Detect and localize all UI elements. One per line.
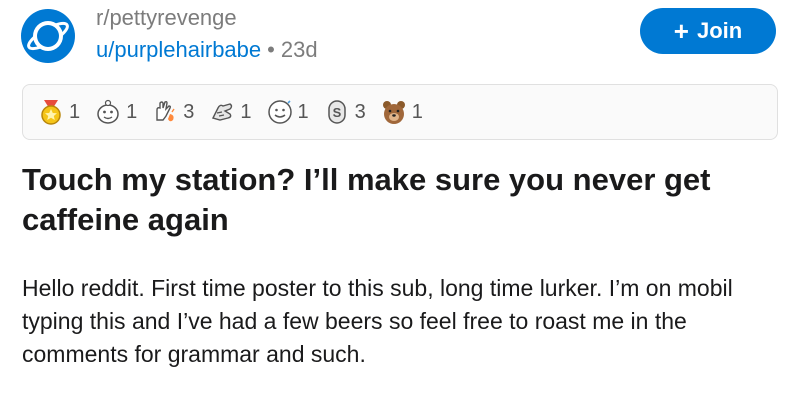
author-line: u/purplehairbabe • 23d [96, 36, 318, 64]
award-count: 1 [126, 100, 138, 123]
post-body: Hello reddit. First time poster to this … [22, 275, 733, 367]
award-helpful[interactable]: 3 [151, 98, 194, 126]
award-gold[interactable]: 1 [37, 98, 80, 126]
meta-separator: • [267, 37, 275, 62]
awards-bar[interactable]: 1 1 3 1 1 S 3 1 [22, 84, 778, 140]
award-wholesome[interactable]: 1 [94, 98, 137, 126]
award-bear[interactable]: 1 [380, 98, 423, 126]
post-title[interactable]: Touch my station? I’ll make sure you nev… [22, 160, 782, 240]
award-count: 1 [297, 100, 309, 123]
gold-medal-award-icon [41, 100, 61, 125]
subreddit-avatar-icon[interactable] [20, 8, 76, 64]
award-count: 1 [411, 100, 423, 123]
plus-icon: + [673, 16, 689, 46]
post-header: r/pettyrevenge u/purplehairbabe • 23d + Jo… [0, 0, 800, 70]
svg-text:S: S [332, 105, 341, 120]
award-silver-coin[interactable]: S 3 [323, 98, 366, 126]
post-meta: r/pettyrevenge u/purplehairbabe • 23d [96, 4, 318, 64]
award-count: 3 [183, 100, 195, 123]
join-button[interactable]: + Join [640, 8, 776, 54]
join-button-label: Join [696, 18, 743, 43]
award-count: 1 [69, 100, 81, 123]
silver-coin-award-icon: S [327, 100, 346, 124]
author-link[interactable]: u/purplehairbabe [96, 37, 261, 62]
subreddit-link[interactable]: r/pettyrevenge [96, 4, 318, 32]
silver-smile-award-icon [267, 100, 292, 124]
hugz-award-icon [212, 103, 233, 121]
award-hugz[interactable]: 1 [208, 98, 252, 126]
award-count: 1 [240, 100, 252, 123]
bear-award-icon [382, 101, 405, 124]
award-count: 3 [354, 100, 366, 123]
wholesome-award-icon [97, 99, 119, 124]
award-silver-smile[interactable]: 1 [266, 98, 309, 126]
post-age: 23d [280, 37, 318, 62]
helpful-hand-award-icon [156, 100, 175, 122]
